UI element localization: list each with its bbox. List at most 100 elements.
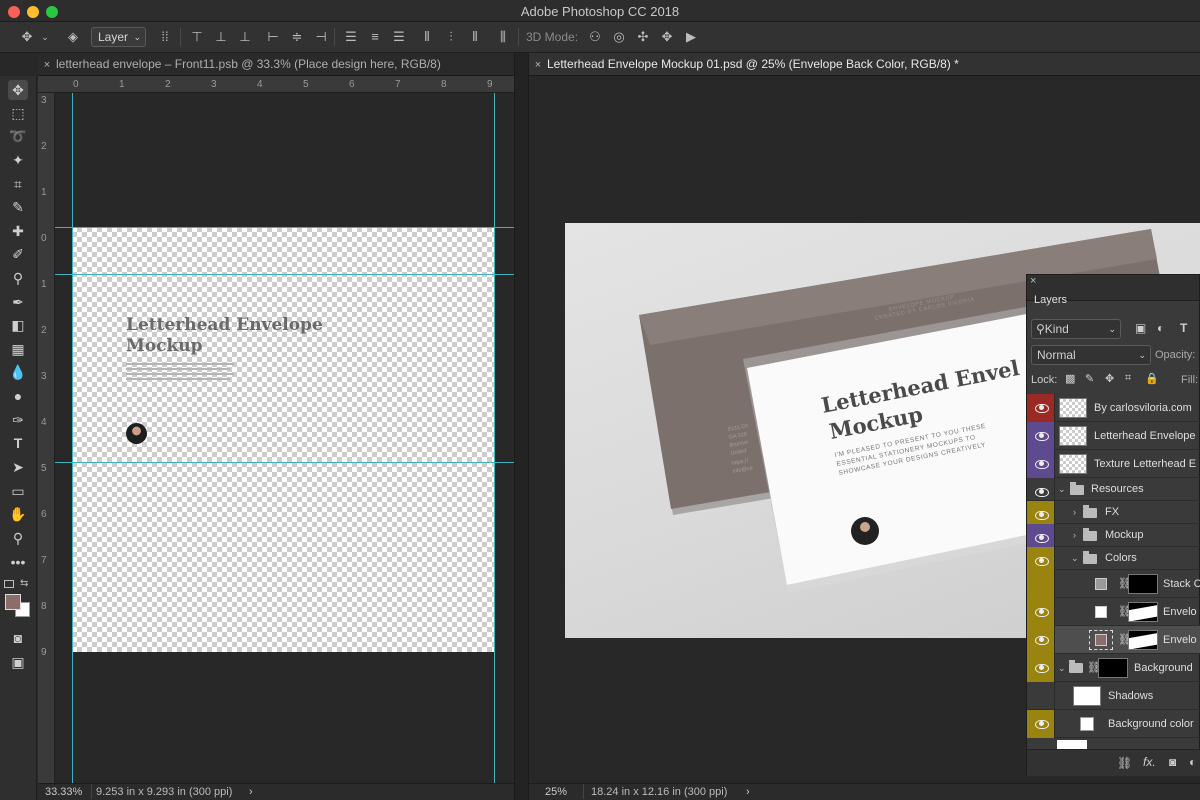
lock-position-icon[interactable]: ✥ [1105, 372, 1114, 385]
default-colors-icon[interactable] [4, 580, 14, 588]
status-menu-arrow-icon[interactable]: › [746, 784, 750, 800]
visibility-eye-icon[interactable] [1027, 710, 1055, 738]
brush-tool-icon[interactable]: ✐ [8, 244, 28, 264]
gradient-tool-icon[interactable]: ▦ [8, 339, 28, 359]
zoom-tool-icon[interactable]: ⚲ [8, 528, 28, 548]
swap-colors-icon[interactable]: ⇆ [20, 578, 28, 589]
auto-align-icon[interactable]: ⫼ [494, 28, 512, 46]
path-selection-tool-icon[interactable]: ➤ [8, 457, 28, 477]
collapse-chevron-icon[interactable]: › [1073, 501, 1076, 524]
tab-front11[interactable]: × letterhead envelope – Front11.psb @ 33.… [38, 53, 514, 76]
horizontal-ruler[interactable]: 0 1 2 3 4 5 6 7 8 9 [38, 76, 514, 93]
align-bottom-icon[interactable]: ⊥ [236, 28, 254, 46]
zoom-level[interactable]: 25% [545, 784, 567, 800]
move-tool-icon[interactable]: ✥ [18, 28, 36, 46]
visibility-eye-icon[interactable] [1027, 682, 1055, 710]
visibility-eye-icon[interactable] [1027, 626, 1055, 654]
visibility-eye-icon[interactable] [1027, 654, 1055, 682]
guide-vertical-left[interactable] [72, 93, 73, 783]
clone-stamp-tool-icon[interactable]: ⚲ [8, 268, 28, 288]
distribute-hcenter-icon[interactable]: ⫶ [442, 28, 460, 46]
3d-roll-icon[interactable]: ◎ [610, 28, 628, 46]
layer-row-selected[interactable]: ⛓ Envelo [1027, 626, 1200, 654]
close-tab-icon[interactable]: × [38, 54, 56, 77]
lock-transparent-icon[interactable]: ▩ [1065, 372, 1075, 385]
vertical-ruler[interactable]: 3 2 1 0 1 2 3 4 5 6 7 8 9 [38, 93, 55, 783]
distribute-left-icon[interactable]: ⫴ [418, 28, 436, 46]
layer-list[interactable]: By carlosviloria.com Letterhead Envelope… [1027, 394, 1200, 749]
lock-artboard-icon[interactable]: ⌗ [1125, 372, 1131, 385]
align-right-icon[interactable]: ⊣ [312, 28, 330, 46]
quick-mask-icon[interactable]: ◙ [8, 628, 28, 648]
type-tool-icon[interactable]: T [8, 433, 28, 453]
filter-pixel-icon[interactable]: ▣ [1135, 321, 1146, 335]
screen-mode-icon[interactable]: ▣ [8, 652, 28, 672]
magic-wand-tool-icon[interactable]: ✦ [8, 150, 28, 170]
align-top-icon[interactable]: ⊤ [188, 28, 206, 46]
align-vcenter-icon[interactable]: ⊥ [212, 28, 230, 46]
eyedropper-tool-icon[interactable]: ✎ [8, 197, 28, 217]
layer-group-row[interactable]: ⌄ ⛓ Background [1027, 654, 1200, 682]
visibility-eye-icon[interactable] [1027, 570, 1055, 598]
hand-tool-icon[interactable]: ✋ [8, 504, 28, 524]
expand-chevron-icon[interactable]: ⌄ [1058, 654, 1066, 682]
layer-row[interactable]: ⛓ Envelo [1027, 598, 1200, 626]
lock-image-icon[interactable]: ✎ [1085, 372, 1094, 385]
close-panel-icon[interactable]: × [1030, 275, 1036, 287]
close-tab-icon[interactable]: × [529, 54, 547, 77]
dodge-tool-icon[interactable]: ● [8, 386, 28, 406]
layer-row[interactable]: Background color [1027, 710, 1200, 738]
auto-select-icon[interactable]: ◈ [64, 28, 82, 46]
layers-tab[interactable]: Layers [1034, 294, 1067, 306]
visibility-eye-icon[interactable] [1027, 598, 1055, 626]
document-front11[interactable]: 0 1 2 3 4 5 6 7 8 9 3 2 1 0 1 2 3 4 5 6 … [38, 76, 514, 783]
tool-preset-chevron-icon[interactable]: ⌄ [36, 28, 54, 46]
filter-adjustment-icon[interactable]: ◐ [1157, 321, 1164, 335]
lasso-tool-icon[interactable]: ➰ [8, 126, 28, 146]
visibility-eye-icon[interactable] [1027, 450, 1055, 478]
tab-envelope-mockup[interactable]: × Letterhead Envelope Mockup 01.psd @ 25%… [529, 53, 1200, 76]
distribute-vcenter-icon[interactable]: ≡ [366, 28, 384, 46]
3d-orbit-icon[interactable]: ⚇ [586, 28, 604, 46]
pen-tool-icon[interactable]: ✑ [8, 410, 28, 430]
status-menu-arrow-icon[interactable]: › [249, 784, 253, 800]
auto-select-dropdown[interactable]: Layer ⌄ [91, 27, 146, 47]
edit-toolbar-icon[interactable]: ••• [8, 552, 28, 572]
layer-filter-dropdown[interactable]: ⚲Kind ⌄ [1031, 319, 1121, 339]
document-split-divider[interactable] [514, 53, 529, 800]
transform-controls-icon[interactable]: ⁞⁞ [156, 28, 174, 46]
align-hcenter-icon[interactable]: ≑ [288, 28, 306, 46]
eraser-tool-icon[interactable]: ◧ [8, 315, 28, 335]
visibility-eye-icon[interactable] [1027, 422, 1055, 450]
move-tool-icon[interactable]: ✥ [8, 80, 28, 100]
add-mask-icon[interactable]: ◙ [1169, 755, 1176, 769]
layer-group-row[interactable]: ⌄ Resources [1027, 478, 1200, 506]
layer-group-row[interactable]: ⌄ Colors [1027, 547, 1200, 570]
visibility-eye-icon[interactable] [1027, 547, 1055, 570]
blend-mode-dropdown[interactable]: Normal ⌄ [1031, 345, 1151, 365]
guide-vertical-right[interactable] [494, 93, 495, 783]
filter-type-icon[interactable]: T [1180, 321, 1187, 335]
layer-row[interactable]: Letterhead Envelope [1027, 422, 1200, 450]
fx-icon[interactable]: fx. [1143, 755, 1156, 769]
link-layers-icon[interactable]: ⛓ [1117, 756, 1132, 770]
zoom-level[interactable]: 33.33% [45, 784, 82, 800]
transparent-canvas[interactable]: Letterhead Envelope Mockup [72, 227, 494, 652]
crop-tool-icon[interactable]: ⌗ [8, 174, 28, 194]
lock-all-icon[interactable]: 🔒 [1145, 372, 1159, 385]
align-left-icon[interactable]: ⊢ [264, 28, 282, 46]
rectangle-tool-icon[interactable]: ▭ [8, 481, 28, 501]
visibility-eye-icon[interactable] [1027, 394, 1055, 422]
guide-horizontal[interactable] [55, 227, 514, 228]
layer-row[interactable]: ⛓ Stack C [1027, 570, 1200, 598]
expand-chevron-icon[interactable]: ⌄ [1058, 478, 1066, 501]
3d-slide-icon[interactable]: ✥ [658, 28, 676, 46]
blur-tool-icon[interactable]: 💧 [8, 362, 28, 382]
layer-row[interactable]: By carlosviloria.com [1027, 394, 1200, 422]
guide-horizontal[interactable] [55, 462, 514, 463]
adjustment-layer-icon[interactable]: ◐ [1189, 755, 1196, 769]
3d-pan-icon[interactable]: ✣ [634, 28, 652, 46]
3d-scale-icon[interactable]: ▶ [682, 28, 700, 46]
visibility-eye-icon[interactable] [1027, 524, 1055, 547]
foreground-color-swatch[interactable] [5, 594, 21, 610]
